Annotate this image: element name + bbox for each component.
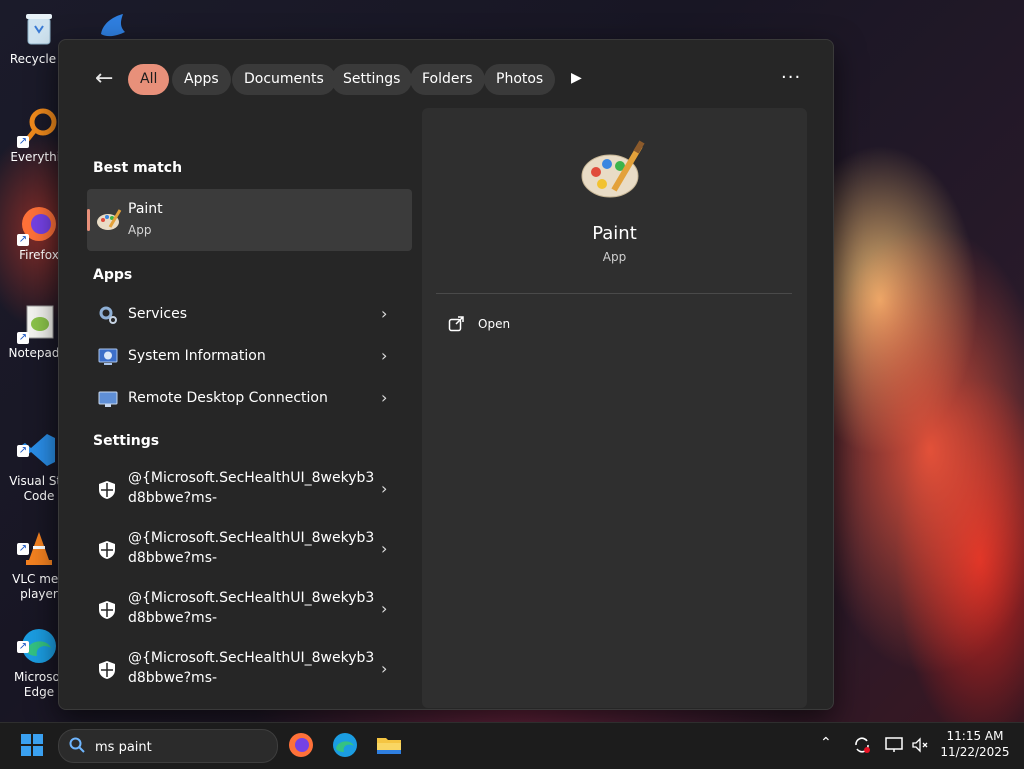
open-external-icon [448,316,464,332]
best-match-paint[interactable]: Paint App [87,189,412,251]
app-item-label: Services [128,306,188,322]
recycle-bin-icon [19,8,59,48]
vlc-cone-icon: ↗ [17,513,59,565]
speaker-muted-icon [912,737,928,753]
edge-icon: ↗ [17,611,59,663]
settings-item-label: @{Microsoft.SecHealthUI_8wekyb3 d8bbwe?m… [128,530,375,566]
detail-app-kind: App [602,250,627,264]
chevron-right-icon[interactable]: › [381,479,387,498]
windows-logo-icon [21,734,43,756]
settings-heading: Settings [93,433,160,449]
start-button[interactable] [20,733,44,757]
taskbar-firefox[interactable] [287,731,315,759]
selection-indicator [87,209,90,231]
folder-icon [377,738,401,754]
divider [436,293,792,294]
settings-item-label: @{Microsoft.SecHealthUI_8wekyb3 d8bbwe?m… [128,470,375,506]
chevron-right-icon[interactable]: › [381,659,387,678]
shield-icon [98,480,116,500]
open-button[interactable]: Open [448,314,568,338]
sync-status-button[interactable] [852,735,872,755]
show-hidden-icons-button[interactable]: ⌃ [820,735,840,755]
firefox-icon [289,733,313,757]
taskbar-edge[interactable] [331,731,359,759]
paint-palette-icon [96,207,122,233]
shortcut-arrow-icon: ↗ [17,234,29,246]
settings-item-sechealth[interactable]: @{Microsoft.SecHealthUI_8wekyb3 d8bbwe?m… [87,460,412,520]
shortcut-arrow-icon: ↗ [17,543,29,555]
paint-palette-icon [580,138,646,204]
best-match-name: Paint [128,201,163,217]
monitor-icon [885,737,903,752]
app-item-services[interactable]: Services › [87,295,412,335]
best-match-heading: Best match [93,160,183,176]
filter-bar: ← All Apps Documents Settings Folders Ph… [59,40,833,118]
shield-icon [98,540,116,560]
clock-date: 11/22/2025 [940,745,1010,759]
system-information-icon [98,347,118,367]
shortcut-arrow-icon: ↗ [17,641,29,653]
settings-item-label: @{Microsoft.SecHealthUI_8wekyb3 d8bbwe?m… [128,650,375,686]
edge-icon [333,733,357,757]
desktop-icon-label: Microsof Edge [13,670,65,699]
shortcut-arrow-icon: ↗ [17,136,29,148]
taskbar-search-box[interactable] [58,729,278,763]
remote-desktop-icon [98,389,118,409]
detail-pane: Paint App Open [422,108,807,708]
filter-settings[interactable]: Settings [331,64,413,95]
shortcut-arrow-icon: ↗ [17,445,29,457]
app-item-label: Remote Desktop Connection [128,390,328,406]
shortcut-arrow-icon: ↗ [17,332,29,344]
more-filters-button[interactable]: ▶ [571,70,587,88]
filter-folders[interactable]: Folders [410,64,485,95]
chevron-up-icon: ⌃ [820,735,832,751]
search-icon [69,737,85,753]
search-input[interactable] [93,735,267,759]
shield-icon [98,660,116,680]
filter-all[interactable]: All [128,64,170,95]
taskbar: ⌃ 11:15 AM 11/22/2025 [0,722,1024,769]
swan-icon [93,4,133,44]
app-item-system-information[interactable]: System Information › [87,337,412,377]
filter-documents[interactable]: Documents [232,64,336,95]
system-clock[interactable]: 11:15 AM 11/22/2025 [938,728,1012,760]
everything-search-icon: ↗ [17,106,59,148]
sync-icon [855,737,870,753]
desktop-icon-label: Firefox [19,248,59,262]
display-button[interactable] [884,735,904,755]
settings-item-sechealth[interactable]: @{Microsoft.SecHealthUI_8wekyb3 d8bbwe?m… [87,640,412,700]
detail-app-name: Paint [592,223,637,244]
arrow-left-icon: ← [95,66,114,91]
play-icon: ▶ [571,70,582,86]
search-panel: ← All Apps Documents Settings Folders Ph… [58,39,834,710]
ellipsis-icon: ··· [781,67,802,88]
vscode-icon: ↗ [17,415,59,466]
gears-icon [98,305,118,325]
chevron-right-icon[interactable]: › [381,599,387,618]
open-label: Open [478,317,511,331]
chevron-right-icon[interactable]: › [381,539,387,558]
more-options-button[interactable]: ··· [781,67,803,89]
settings-item-sechealth[interactable]: @{Microsoft.SecHealthUI_8wekyb3 d8bbwe?m… [87,580,412,640]
best-match-kind: App [128,223,152,237]
results-list: Best match Paint App Apps Services › Sys… [87,118,423,708]
back-button[interactable]: ← [95,67,119,91]
firefox-icon: ↗ [17,204,59,246]
clock-time: 11:15 AM [946,729,1004,743]
settings-item-sechealth[interactable]: @{Microsoft.SecHealthUI_8wekyb3 d8bbwe?m… [87,520,412,580]
chevron-right-icon[interactable]: › [381,346,387,365]
apps-heading: Apps [93,267,133,283]
filter-photos[interactable]: Photos [484,64,556,95]
filter-apps[interactable]: Apps [172,64,231,95]
chevron-right-icon[interactable]: › [381,304,387,323]
notepad-plus-icon: ↗ [17,302,59,344]
app-item-label: System Information [128,348,266,364]
volume-button[interactable] [910,735,930,755]
settings-item-label: @{Microsoft.SecHealthUI_8wekyb3 d8bbwe?m… [128,590,375,626]
app-item-remote-desktop[interactable]: Remote Desktop Connection › [87,379,412,419]
shield-icon [98,600,116,620]
taskbar-file-explorer[interactable] [375,731,403,759]
chevron-right-icon[interactable]: › [381,388,387,407]
